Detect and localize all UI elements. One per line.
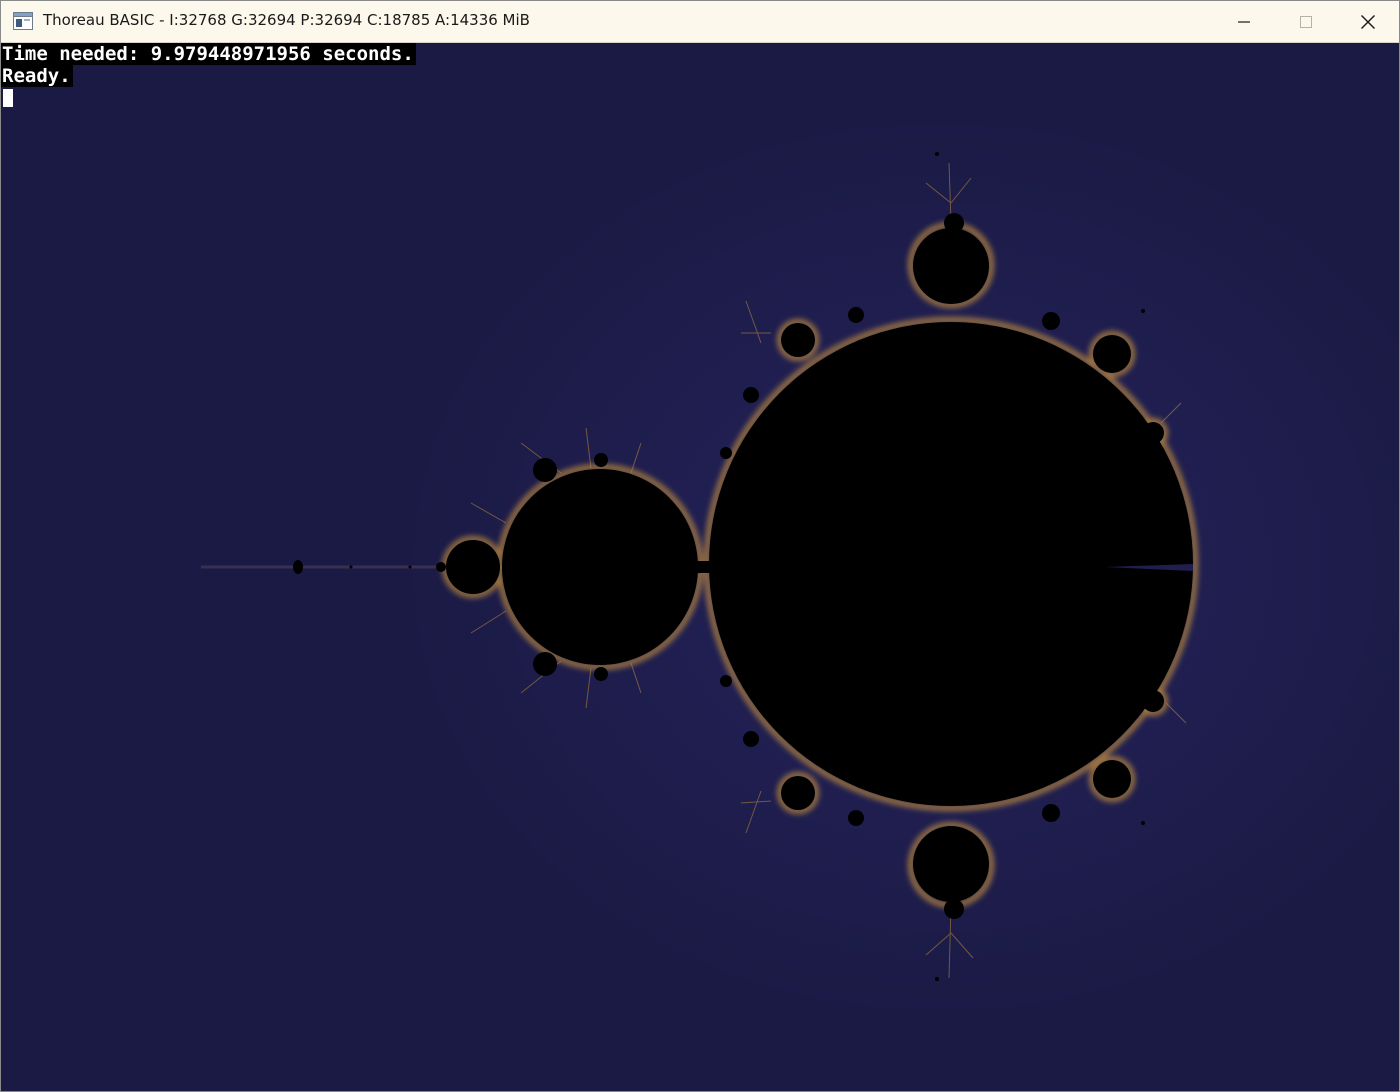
maximize-button[interactable] <box>1275 1 1337 42</box>
console-window-icon <box>13 12 33 30</box>
window-title: Thoreau BASIC - I:32768 G:32694 P:32694 … <box>43 11 530 29</box>
minimize-button[interactable] <box>1213 1 1275 42</box>
minimize-icon <box>1238 20 1250 23</box>
title-bar[interactable]: Thoreau BASIC - I:32768 G:32694 P:32694 … <box>1 1 1399 43</box>
maximize-icon <box>1300 15 1312 28</box>
block-cursor <box>3 89 13 107</box>
console-line-text: Time needed: 9.979448971956 seconds. <box>1 43 416 65</box>
console-line: Ready. <box>1 65 416 87</box>
graphics-canvas[interactable]: Time needed: 9.979448971956 seconds. Rea… <box>1 43 1399 1091</box>
app-window: Thoreau BASIC - I:32768 G:32694 P:32694 … <box>0 0 1400 1092</box>
close-button[interactable] <box>1337 1 1399 42</box>
mandelbrot-set <box>201 152 1198 981</box>
console-line: Time needed: 9.979448971956 seconds. <box>1 43 416 65</box>
close-icon <box>1361 14 1375 29</box>
console-line-text: Ready. <box>1 65 73 87</box>
console-output: Time needed: 9.979448971956 seconds. Rea… <box>1 43 416 87</box>
